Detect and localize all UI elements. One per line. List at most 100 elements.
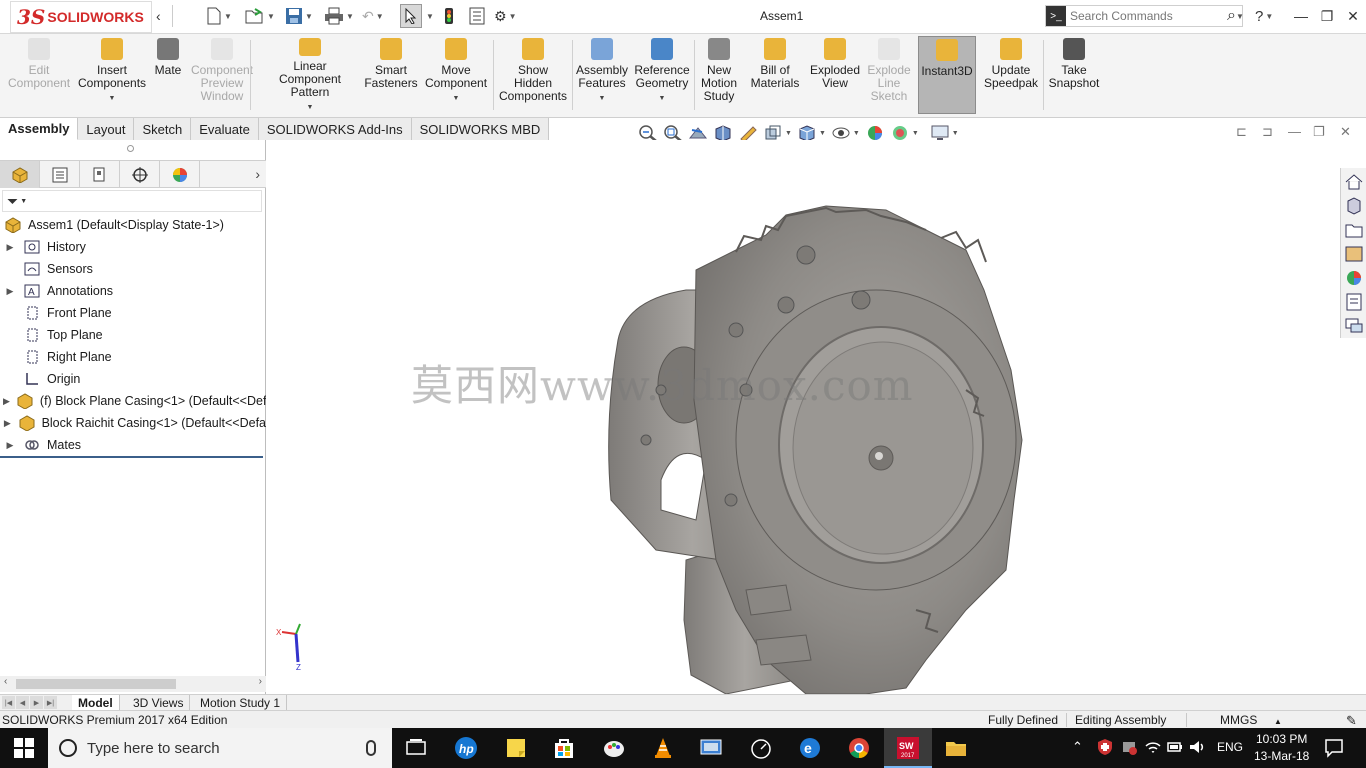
bill-of-materials-button[interactable]: Bill of Materials	[751, 38, 799, 114]
wifi-icon[interactable]	[1144, 738, 1162, 756]
taskbar-search-box[interactable]: Type here to search	[48, 728, 392, 768]
tree-filter[interactable]: ⏷ ▼	[2, 190, 262, 212]
speedometer-icon[interactable]	[749, 736, 773, 760]
insert-components-dropdown-arrow-icon[interactable]: ▼	[109, 92, 116, 105]
forum-chat-icon[interactable]	[1344, 316, 1364, 336]
sticky-notes-icon[interactable]	[504, 736, 528, 760]
document-close-icon[interactable]: ✕	[1340, 124, 1351, 140]
design-library-icon[interactable]	[1344, 196, 1364, 216]
tree-item-f-block-plane-casing-1-default-def[interactable]: ▶ (f) Block Plane Casing<1> (Default<<Def	[0, 390, 266, 412]
insert-components-button[interactable]: Insert Components ▼	[78, 38, 146, 114]
expand-arrow-icon[interactable]: ▶	[3, 418, 12, 429]
clock-date[interactable]: 13-Mar-18	[1254, 749, 1309, 763]
clock-time[interactable]: 10:03 PM	[1256, 732, 1307, 746]
file-explorer-folder-icon[interactable]	[944, 736, 968, 760]
tab-solidworks-add-ins[interactable]: SOLIDWORKS Add-Ins	[258, 118, 412, 140]
solidworks-2017-icon[interactable]: SW 2017	[896, 736, 920, 760]
view-palette-icon[interactable]	[1344, 244, 1364, 264]
solidworks-logo[interactable]: 3S SOLIDWORKS	[10, 1, 152, 33]
tree-item-top-plane[interactable]: Top Plane	[0, 324, 266, 346]
explode-line-sketch-button[interactable]: Explode Line Sketch	[867, 38, 911, 114]
tab-solidworks-mbd[interactable]: SOLIDWORKS MBD	[411, 118, 550, 140]
select-dropdown-arrow-icon[interactable]: ▼	[424, 6, 434, 26]
document-restore-icon[interactable]: ❐	[1313, 124, 1325, 140]
prev-tab-arrow-icon[interactable]: ◀	[16, 696, 29, 709]
network-monitor-icon[interactable]	[699, 736, 723, 760]
language-indicator[interactable]: ENG	[1217, 740, 1243, 754]
hide-show-arrow-icon[interactable]: ▼	[853, 130, 860, 137]
store-bag-icon[interactable]	[552, 736, 576, 760]
filter-funnel-icon[interactable]: ⏷	[7, 193, 18, 210]
menu-pin-arrow-icon[interactable]: ‹	[156, 6, 161, 26]
first-tab-arrow-icon[interactable]: |◀	[2, 696, 15, 709]
paint-app-icon[interactable]	[602, 736, 626, 760]
viewport-tile-right-icon[interactable]: ⊐	[1262, 124, 1273, 140]
move-component-button[interactable]: Move Component ▼	[425, 38, 487, 114]
instant3d-button[interactable]: Instant3D	[918, 36, 976, 114]
save-icon[interactable]: ▼	[285, 6, 313, 26]
tree-item-origin[interactable]: Origin	[0, 368, 266, 390]
security-tray-icon[interactable]	[1120, 738, 1138, 756]
open-document-icon[interactable]: ▼	[245, 6, 275, 26]
undo-icon[interactable]: ↶ ▼	[362, 6, 384, 26]
display-manager-tab[interactable]	[160, 161, 200, 188]
assembly-features-dropdown-arrow-icon[interactable]: ▼	[599, 92, 606, 105]
filter-dropdown-arrow-icon[interactable]: ▼	[20, 198, 27, 205]
expand-arrow-icon[interactable]: ▶	[3, 440, 17, 451]
smart-fasteners-button[interactable]: Smart Fasteners	[364, 38, 418, 114]
action-center-notification-icon[interactable]	[1324, 738, 1344, 758]
battery-icon[interactable]	[1166, 738, 1184, 756]
tab-model[interactable]: Model	[72, 695, 120, 711]
edge-browser-icon[interactable]: e	[798, 736, 822, 760]
file-explorer-icon[interactable]	[1344, 220, 1364, 240]
chrome-browser-icon[interactable]	[847, 736, 871, 760]
home-icon[interactable]	[1344, 172, 1364, 192]
component-preview-window-button[interactable]: Component Preview Window	[190, 38, 254, 114]
linear-component-pattern-dropdown-arrow-icon[interactable]: ▼	[307, 101, 314, 114]
configuration-manager-tab[interactable]	[80, 161, 120, 188]
tab-layout[interactable]: Layout	[78, 118, 135, 140]
take-snapshot-button[interactable]: Take Snapshot	[1049, 38, 1099, 114]
featuremanager-tree-tab[interactable]	[0, 161, 40, 188]
scroll-left-icon[interactable]: ‹	[4, 676, 7, 687]
select-pointer-icon[interactable]	[400, 4, 422, 28]
rollback-bar[interactable]	[0, 456, 263, 458]
tab-3d-views[interactable]: 3D Views	[127, 695, 191, 711]
file-properties-icon[interactable]	[468, 6, 486, 26]
property-manager-tab[interactable]	[40, 161, 80, 188]
casing-assembly-model[interactable]	[266, 140, 1340, 694]
edit-component-button[interactable]: Edit Component	[8, 38, 70, 114]
hp-app-icon[interactable]: hp	[454, 736, 478, 760]
view-settings-arrow-icon[interactable]: ▼	[952, 130, 959, 137]
tree-item-sensors[interactable]: Sensors	[0, 258, 266, 280]
exploded-view-button[interactable]: Exploded View	[810, 38, 860, 114]
pane-splitter-grip[interactable]	[127, 145, 134, 152]
tab-sketch[interactable]: Sketch	[134, 118, 192, 140]
last-tab-arrow-icon[interactable]: ▶|	[44, 696, 57, 709]
view-orientation-arrow-icon[interactable]: ▼	[785, 130, 792, 137]
volume-icon[interactable]	[1188, 738, 1206, 756]
tree-item-block-raichit-casing-1-default-defa[interactable]: ▶ Block Raichit Casing<1> (Default<<Defa	[0, 412, 266, 434]
tab-motion-study-1[interactable]: Motion Study 1	[194, 695, 288, 711]
expand-arrow-icon[interactable]: ▶	[3, 242, 17, 253]
tree-root-assembly[interactable]: Assem1 (Default<Display State-1>)	[0, 214, 266, 236]
options-gear-icon[interactable]: ⚙ ▼	[494, 6, 516, 26]
tree-item-history[interactable]: ▶ History	[0, 236, 266, 258]
dimxpert-manager-tab[interactable]	[120, 161, 160, 188]
chevron-right-icon[interactable]: ›	[255, 166, 260, 182]
reference-geometry-dropdown-arrow-icon[interactable]: ▼	[659, 92, 666, 105]
tree-item-mates[interactable]: ▶ Mates	[0, 434, 266, 456]
rebuild-traffic-light-icon[interactable]	[444, 6, 454, 26]
scroll-right-icon[interactable]: ›	[259, 676, 262, 687]
close-icon[interactable]: ✕	[1342, 6, 1364, 26]
new-document-icon[interactable]: ▼	[206, 6, 232, 26]
help-icon[interactable]: ? ▼	[1255, 6, 1273, 26]
expand-arrow-icon[interactable]: ▶	[3, 396, 10, 407]
update-speedpak-button[interactable]: Update Speedpak	[984, 38, 1038, 114]
tree-item-front-plane[interactable]: Front Plane	[0, 302, 266, 324]
restore-window-icon[interactable]: ❐	[1316, 6, 1338, 26]
apply-scene-arrow-icon[interactable]: ▼	[912, 130, 919, 137]
mate-button[interactable]: Mate	[154, 38, 182, 114]
tab-assembly[interactable]: Assembly	[0, 118, 79, 140]
horizontal-scrollbar[interactable]: ‹ ›	[0, 676, 266, 692]
